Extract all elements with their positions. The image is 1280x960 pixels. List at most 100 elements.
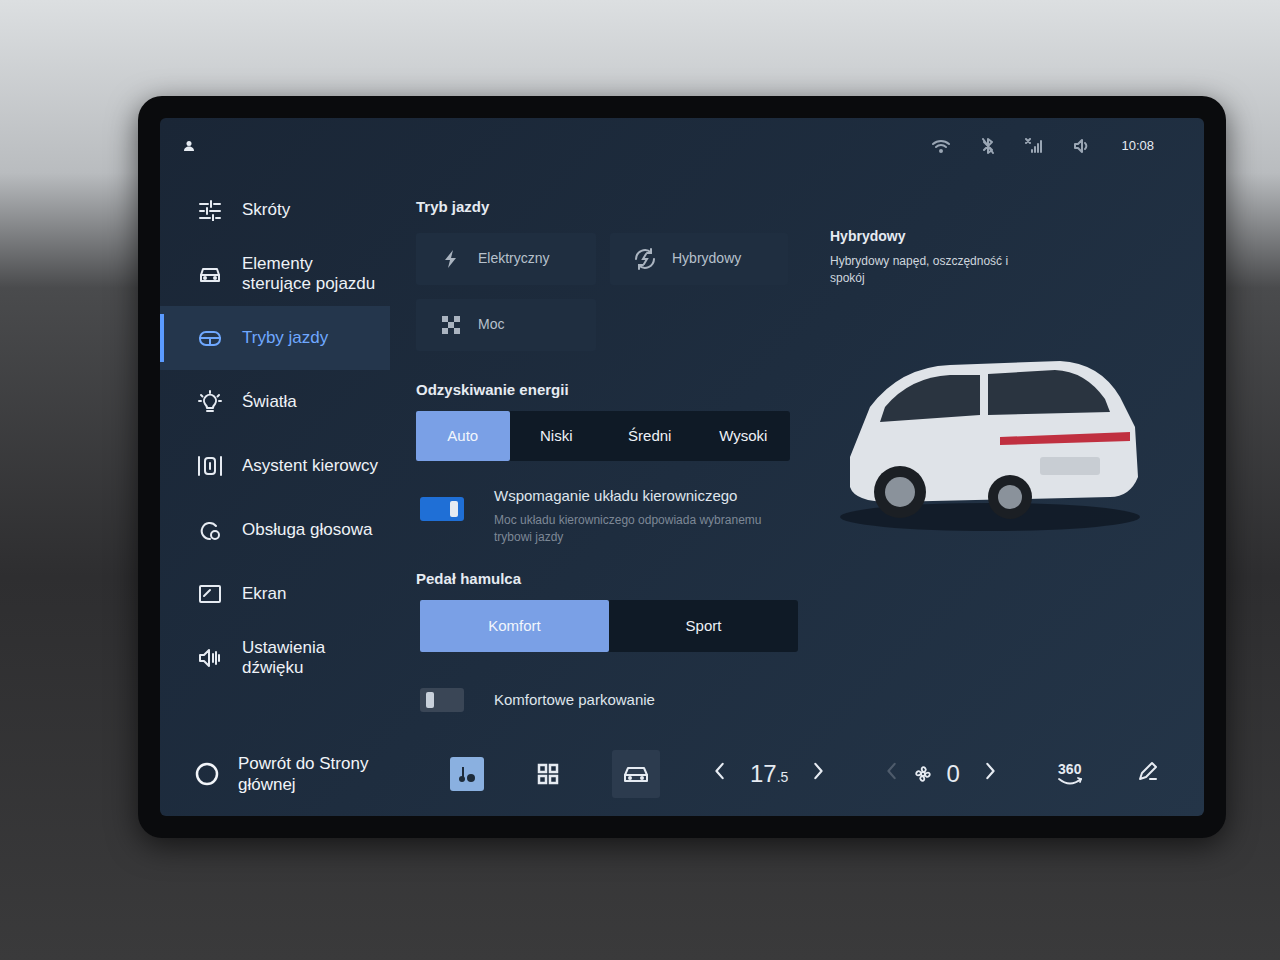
grid-icon <box>537 763 559 785</box>
steering-assist-toggle[interactable] <box>420 497 464 521</box>
toggle-knob <box>426 692 434 708</box>
segment-option[interactable]: Auto <box>416 411 510 461</box>
steering-assist-text: Wspomaganie układu kierowniczego Moc ukła… <box>494 485 794 546</box>
selection-bar <box>160 314 164 362</box>
drive-mode-button[interactable]: Hybrydowy <box>610 233 788 285</box>
volume-icon <box>1073 138 1091 154</box>
drive-mode-button[interactable]: Moc <box>416 299 596 351</box>
signal-icon <box>1025 138 1043 154</box>
sidebar-item[interactable]: Światła <box>160 370 390 434</box>
segment-label: Średni <box>628 425 671 448</box>
segment-label: Niski <box>540 425 573 448</box>
rotate-icon <box>1056 777 1084 787</box>
drive-mode-label: Hybrydowy <box>672 248 741 269</box>
home-label: Powrót do Strony głównej <box>238 753 388 795</box>
fan-down-button[interactable] <box>884 760 900 789</box>
segment-label: Komfort <box>488 615 541 638</box>
sidebar-item[interactable]: Ustawienia dźwięku <box>160 626 390 690</box>
fan-control: 0 <box>884 756 997 792</box>
segmented-control: Auto Niski Średni Wysoki <box>416 411 790 461</box>
wifi-icon <box>931 138 951 154</box>
shortcuts-icon <box>196 197 224 223</box>
segmented-control: Komfort Sport <box>420 600 798 652</box>
temperature: 17 <box>750 756 777 792</box>
display-icon <box>196 581 224 607</box>
chevron-left-icon <box>884 760 900 782</box>
vehicle-controls-icon <box>196 261 224 287</box>
mode-info-title: Hybrydowy <box>830 226 1184 247</box>
steering-assist-row: Wspomaganie układu kierowniczego Moc ukła… <box>420 485 816 546</box>
segment-option[interactable]: Komfort <box>420 600 609 652</box>
sidebar-item[interactable]: Asystent kierowcy <box>160 434 390 498</box>
drive-mode-label: Elektryczny <box>478 248 550 269</box>
temp-up-button[interactable] <box>810 760 826 789</box>
sound-icon <box>196 645 224 671</box>
drive-mode-button[interactable]: Elektryczny <box>416 233 596 285</box>
setting-label: Komfortowe parkowanie <box>494 689 655 712</box>
steering-wheel-icon <box>196 325 224 351</box>
fan-speed: 0 <box>946 756 959 792</box>
segment-option[interactable]: Niski <box>510 411 604 461</box>
settings-content: Tryb jazdyElektrycznyHybrydowyMocOdzyski… <box>390 174 1204 732</box>
apps-button[interactable] <box>528 754 568 794</box>
bottom-bar: Powrót do Strony głównej 17.5 0 360 <box>160 732 1204 816</box>
clock: 10:08 <box>1121 136 1154 156</box>
drive-mode-grid: Elektryczny Hybrydowy Moc <box>416 233 816 351</box>
temp-down-button[interactable] <box>712 760 728 789</box>
display: 10:08 Skróty Elementy sterujące pojazdu Try… <box>160 118 1204 816</box>
lightning-icon <box>438 248 464 270</box>
temperature-control: 17.5 <box>712 756 826 792</box>
display-bezel: 10:08 Skróty Elementy sterujące pojazdu Try… <box>138 96 1226 838</box>
comfort-parking-toggle[interactable] <box>420 688 464 712</box>
segment-label: Sport <box>686 615 722 638</box>
sidebar-label: Ustawienia dźwięku <box>242 638 382 678</box>
light-icon <box>196 389 224 415</box>
section-title: Odzyskiwanie energii <box>416 379 816 402</box>
segment-label: Auto <box>447 425 478 448</box>
sidebar-item[interactable]: Skróty <box>160 178 390 242</box>
fan-icon <box>914 765 932 783</box>
main-area: Skróty Elementy sterujące pojazdu Tryby ja… <box>160 174 1204 732</box>
setting-description: Moc układu kierowniczego odpowiada wybra… <box>494 512 794 546</box>
camera-360-button[interactable]: 360 <box>1056 762 1084 787</box>
sidebar-label: Asystent kierowcy <box>242 456 378 476</box>
sidebar-label: Światła <box>242 392 297 412</box>
segment-label: Wysoki <box>719 425 767 448</box>
edit-button[interactable] <box>1136 759 1160 790</box>
sidebar-label: Elementy sterujące pojazdu <box>242 254 382 294</box>
sidebar-label: Skróty <box>242 200 290 220</box>
voice-icon <box>196 517 224 543</box>
mode-info-panel: HybrydowyHybrydowy napęd, oszczędność i … <box>816 196 1204 732</box>
drive-mode-label: Moc <box>478 314 504 335</box>
temperature-value: 17.5 <box>750 756 788 792</box>
circle-icon <box>194 761 220 787</box>
dock: 17.5 0 360 <box>420 750 1160 798</box>
section-title: Pedał hamulca <box>416 568 816 591</box>
fan-up-button[interactable] <box>982 760 998 789</box>
setting-label: Wspomaganie układu kierowniczego <box>494 485 794 508</box>
comfort-parking-row: Komfortowe parkowanie <box>420 688 816 712</box>
media-app-button[interactable] <box>450 757 484 791</box>
sidebar-item[interactable]: Elementy sterujące pojazdu <box>160 242 390 306</box>
car-icon <box>622 763 650 785</box>
home-button[interactable]: Powrót do Strony głównej <box>160 753 420 795</box>
segment-option[interactable]: Średni <box>603 411 697 461</box>
car-image <box>830 337 1150 537</box>
temperature-decimal: .5 <box>777 767 789 788</box>
sidebar-item[interactable]: Ekran <box>160 562 390 626</box>
settings-column: Tryb jazdyElektrycznyHybrydowyMocOdzyski… <box>416 196 816 732</box>
vehicle-button[interactable] <box>612 750 660 798</box>
checkered-flag-icon <box>438 314 464 336</box>
sidebar-item[interactable]: Tryby jazdy <box>160 306 390 370</box>
bluetooth-off-icon <box>981 138 995 154</box>
segment-option[interactable]: Wysoki <box>697 411 791 461</box>
status-bar: 10:08 <box>160 118 1204 174</box>
segment-option[interactable]: Sport <box>609 600 798 652</box>
driver-assist-icon <box>196 453 224 479</box>
sidebar-item[interactable]: Obsługa głosowa <box>160 498 390 562</box>
sidebar-label: Obsługa głosowa <box>242 520 372 540</box>
music-icon <box>457 764 477 784</box>
sidebar-label: Tryby jazdy <box>242 328 328 348</box>
toggle-knob <box>450 501 458 517</box>
chevron-right-icon <box>982 760 998 782</box>
